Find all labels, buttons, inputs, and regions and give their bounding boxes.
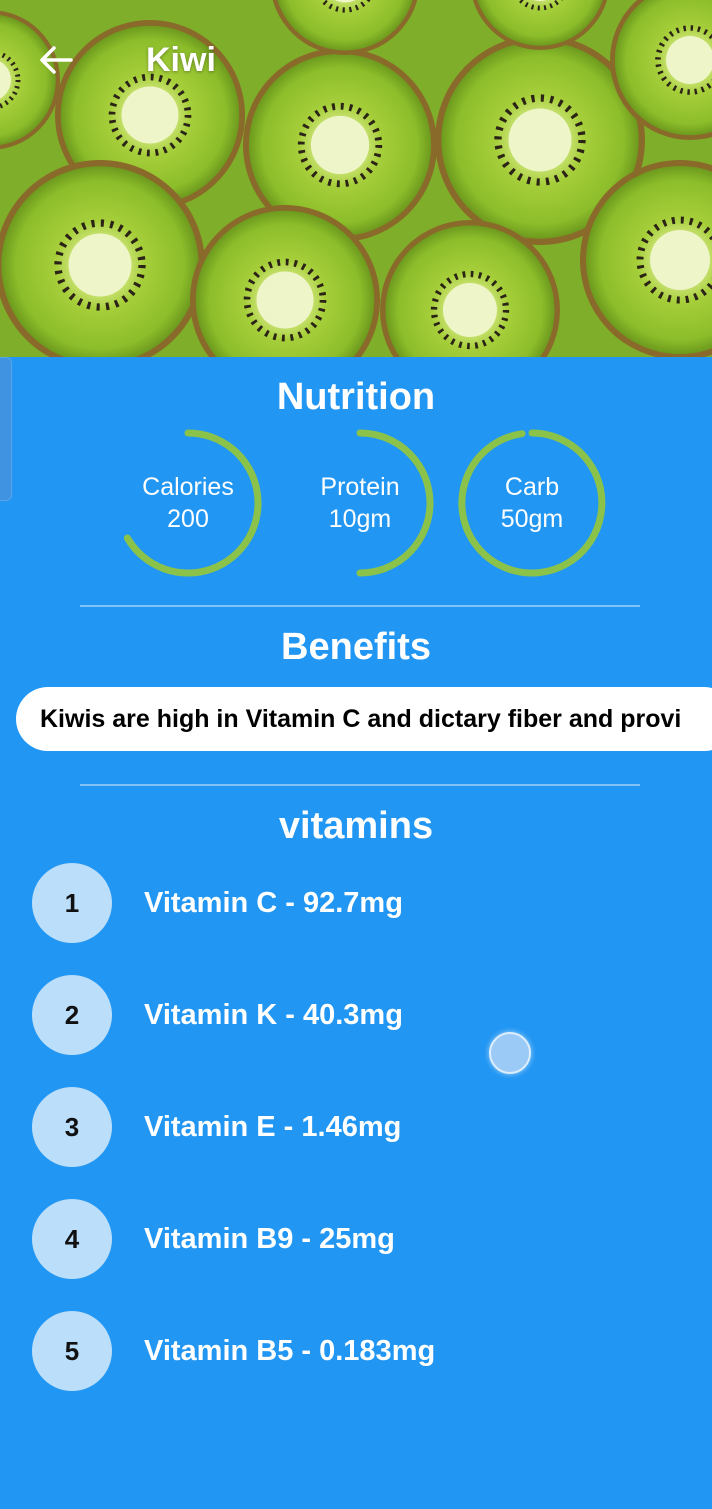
benefit-text: Kiwis are high in Vitamin C and dictary … <box>40 705 682 733</box>
list-item-label: Vitamin E - 1.46mg <box>144 1111 402 1143</box>
protein-label: Protein <box>320 473 400 501</box>
benefit-text-card[interactable]: Kiwis are high in Vitamin C and dictary … <box>16 687 712 751</box>
carb-value: 50gm <box>500 505 564 533</box>
list-item-label: Vitamin C - 92.7mg <box>144 887 403 919</box>
list-item-label: Vitamin B9 - 25mg <box>144 1223 395 1255</box>
touch-indicator <box>489 1032 531 1074</box>
calories-value: 200 <box>167 505 209 533</box>
list-item-number: 2 <box>32 975 112 1055</box>
protein-value: 10gm <box>328 505 392 533</box>
list-item-number: 3 <box>32 1087 112 1167</box>
divider <box>80 784 640 786</box>
list-item[interactable]: 3 Vitamin E - 1.46mg <box>32 1087 672 1167</box>
list-item-number: 5 <box>32 1311 112 1391</box>
list-item-label: Vitamin B5 - 0.183mg <box>144 1335 436 1367</box>
list-item[interactable]: 1 Vitamin C - 92.7mg <box>32 863 672 943</box>
carb-ring: Carb 50gm <box>457 428 607 578</box>
nutrition-title: Nutrition <box>276 376 436 418</box>
list-item[interactable]: 4 Vitamin B9 - 25mg <box>32 1199 672 1279</box>
kiwi-hero-image <box>0 0 712 357</box>
list-item-number: 4 <box>32 1199 112 1279</box>
list-item[interactable]: 5 Vitamin B5 - 0.183mg <box>32 1311 672 1391</box>
protein-ring: Protein 10gm <box>285 428 435 578</box>
list-item[interactable]: 2 Vitamin K - 40.3mg <box>32 975 672 1055</box>
carb-label: Carb <box>504 473 560 501</box>
list-item-label: Vitamin K - 40.3mg <box>144 999 403 1031</box>
back-arrow-icon[interactable] <box>34 38 78 82</box>
vitamins-title: vitamins <box>278 805 434 847</box>
divider <box>80 605 640 607</box>
page-title: Kiwi <box>146 41 216 79</box>
list-item-number: 1 <box>32 863 112 943</box>
calories-ring: Calories 200 <box>113 428 263 578</box>
benefits-title: Benefits <box>281 626 431 668</box>
calories-label: Calories <box>142 473 234 501</box>
